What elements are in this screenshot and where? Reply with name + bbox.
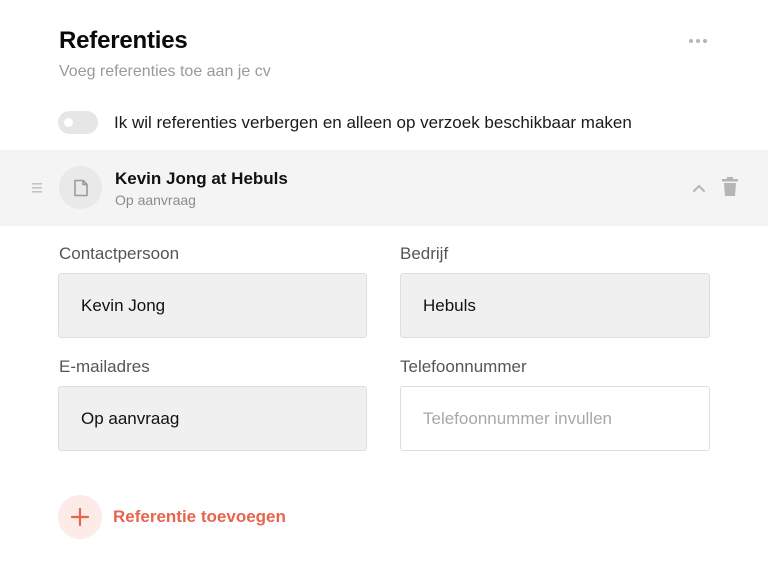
add-reference-button[interactable]: Referentie toevoegen (58, 495, 298, 539)
phone-label: Telefoonnummer (400, 357, 527, 376)
add-circle (58, 495, 102, 539)
company-input[interactable] (400, 273, 710, 338)
hide-references-label[interactable]: Ik wil referenties verbergen en alleen o… (114, 113, 632, 133)
company-label: Bedrijf (400, 244, 449, 263)
section-subtitle: Voeg referenties toe aan je cv (59, 63, 271, 80)
reference-entry-header[interactable]: Kevin Jong at Hebuls Op aanvraag (0, 150, 768, 226)
document-icon (73, 179, 88, 196)
contact-input[interactable] (58, 273, 367, 338)
phone-input[interactable] (400, 386, 710, 451)
delete-button[interactable] (720, 176, 740, 198)
reference-avatar (59, 166, 102, 209)
contact-label: Contactpersoon (59, 244, 180, 263)
email-input[interactable] (58, 386, 367, 451)
toggle-knob (64, 118, 73, 127)
section-title: Referenties (59, 27, 188, 54)
more-options-button[interactable] (684, 30, 712, 52)
reference-subtitle: Op aanvraag (115, 192, 196, 208)
ellipsis-icon (689, 39, 707, 43)
trash-icon (722, 177, 738, 196)
chevron-up-icon (693, 185, 705, 192)
add-reference-label: Referentie toevoegen (113, 507, 286, 526)
plus-icon (70, 507, 90, 527)
email-label: E-mailadres (59, 357, 150, 376)
drag-handle-icon[interactable] (32, 181, 43, 193)
reference-title: Kevin Jong at Hebuls (115, 169, 288, 188)
collapse-button[interactable] (689, 179, 709, 197)
hide-references-toggle[interactable] (58, 111, 98, 134)
